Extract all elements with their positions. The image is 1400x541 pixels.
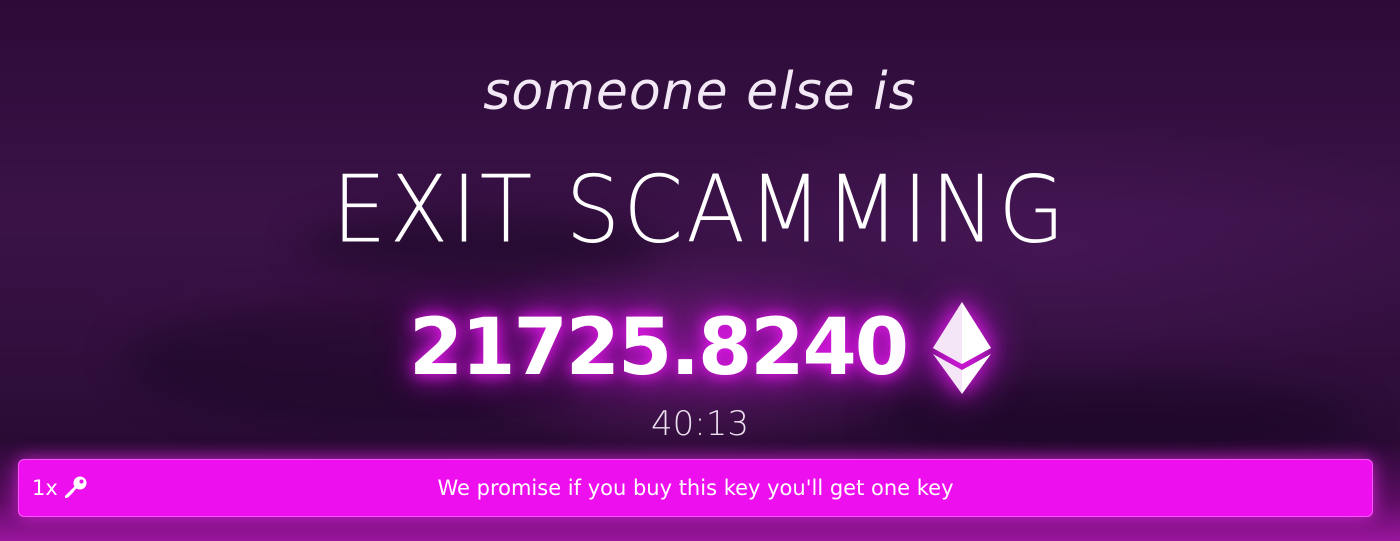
round-timer: 40:13	[651, 404, 749, 444]
ethereum-icon	[933, 302, 992, 394]
headline-subtitle: someone else is	[483, 62, 917, 122]
buy-key-button[interactable]: 1x We promise if you buy this key you'll…	[18, 459, 1373, 517]
pot-amount: 21725.8240	[408, 303, 909, 393]
buy-key-label: We promise if you buy this key you'll ge…	[437, 476, 954, 500]
pot-display: 21725.8240	[0, 302, 1400, 394]
headline-title: EXIT SCAMMING	[332, 156, 1068, 264]
